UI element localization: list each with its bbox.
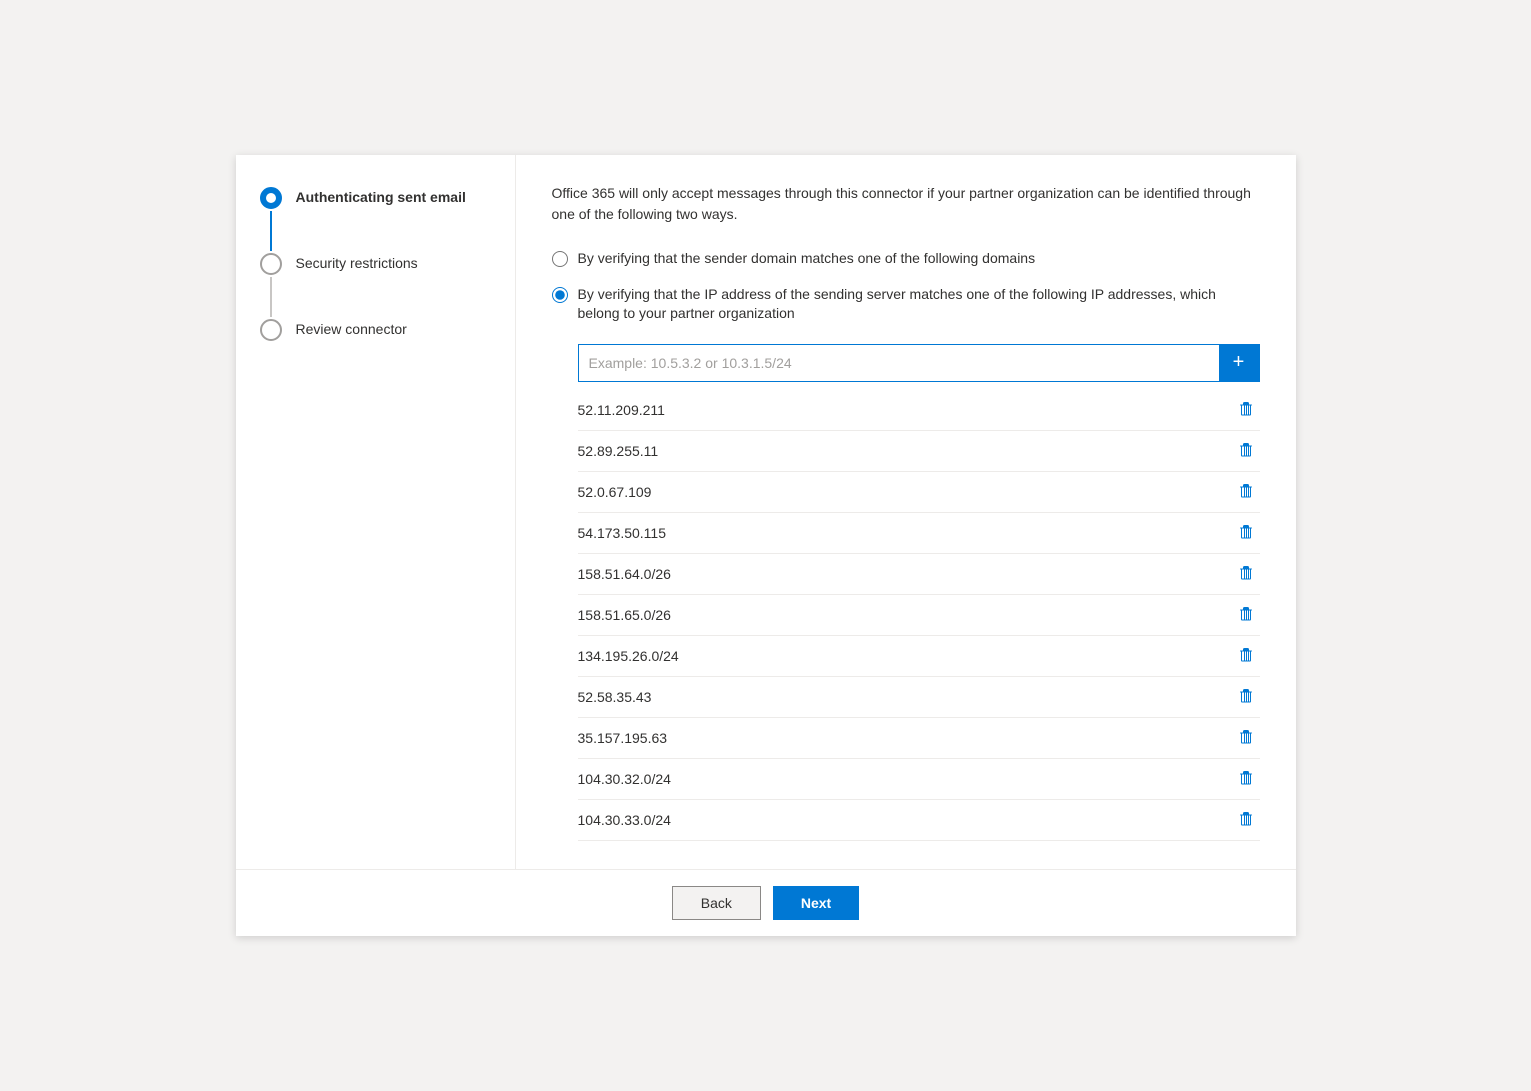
step-circle-col-1 — [260, 187, 282, 253]
dialog-footer: Back Next — [236, 869, 1296, 936]
step-circle-1 — [260, 187, 282, 209]
step-review: Review connector — [260, 319, 491, 341]
trash-icon — [1238, 566, 1254, 582]
trash-icon — [1238, 525, 1254, 541]
delete-ip-button[interactable] — [1232, 523, 1260, 543]
ip-input-row: + — [578, 344, 1260, 382]
ip-value: 52.0.67.109 — [578, 484, 652, 500]
delete-ip-button[interactable] — [1232, 564, 1260, 584]
ip-row: 52.11.209.211 — [578, 390, 1260, 431]
trash-icon — [1238, 402, 1254, 418]
trash-icon — [1238, 443, 1254, 459]
trash-icon — [1238, 607, 1254, 623]
ip-value: 134.195.26.0/24 — [578, 648, 679, 664]
ip-value: 158.51.64.0/26 — [578, 566, 671, 582]
step-label-security: Security restrictions — [296, 253, 418, 271]
step-connector-1 — [270, 211, 272, 251]
trash-icon — [1238, 648, 1254, 664]
radio-label-domain: By verifying that the sender domain matc… — [578, 249, 1036, 269]
trash-icon — [1238, 689, 1254, 705]
step-label-authenticating: Authenticating sent email — [296, 187, 466, 205]
stepper: Authenticating sent email Security restr… — [236, 155, 516, 869]
ip-row: 52.58.35.43 — [578, 677, 1260, 718]
trash-icon — [1238, 771, 1254, 787]
delete-ip-button[interactable] — [1232, 810, 1260, 830]
delete-ip-button[interactable] — [1232, 441, 1260, 461]
ip-value: 104.30.32.0/24 — [578, 771, 671, 787]
ip-value: 52.58.35.43 — [578, 689, 652, 705]
step-circle-3 — [260, 319, 282, 341]
step-circle-2 — [260, 253, 282, 275]
ip-row: 158.51.65.0/26 — [578, 595, 1260, 636]
ip-value: 54.173.50.115 — [578, 525, 667, 541]
ip-row: 158.51.64.0/26 — [578, 554, 1260, 595]
dialog-body: Authenticating sent email Security restr… — [236, 155, 1296, 869]
radio-label-ip: By verifying that the IP address of the … — [578, 285, 1260, 324]
radio-option-domain[interactable]: By verifying that the sender domain matc… — [552, 249, 1260, 269]
step-security: Security restrictions — [260, 253, 491, 319]
step-authenticating: Authenticating sent email — [260, 187, 491, 253]
description-text: Office 365 will only accept messages thr… — [552, 183, 1260, 225]
step-circle-col-3 — [260, 319, 282, 341]
ip-value: 104.30.33.0/24 — [578, 812, 671, 828]
trash-icon — [1238, 812, 1254, 828]
dialog: Authenticating sent email Security restr… — [236, 155, 1296, 936]
delete-ip-button[interactable] — [1232, 687, 1260, 707]
step-circle-col-2 — [260, 253, 282, 319]
ip-row: 52.89.255.11 — [578, 431, 1260, 472]
ip-row: 35.157.195.63 — [578, 718, 1260, 759]
radio-domain[interactable] — [552, 251, 568, 267]
delete-ip-button[interactable] — [1232, 728, 1260, 748]
ip-row: 134.195.26.0/24 — [578, 636, 1260, 677]
radio-group: By verifying that the sender domain matc… — [552, 249, 1260, 324]
ip-address-input[interactable] — [579, 349, 1219, 377]
add-ip-button[interactable]: + — [1219, 345, 1259, 381]
next-button[interactable]: Next — [773, 886, 859, 920]
ip-value: 52.11.209.211 — [578, 402, 665, 418]
ip-row: 104.30.33.0/24 — [578, 800, 1260, 841]
delete-ip-button[interactable] — [1232, 646, 1260, 666]
ip-value: 35.157.195.63 — [578, 730, 668, 746]
step-circle-inner-1 — [266, 193, 276, 203]
ip-row: 52.0.67.109 — [578, 472, 1260, 513]
delete-ip-button[interactable] — [1232, 400, 1260, 420]
ip-row: 54.173.50.115 — [578, 513, 1260, 554]
step-label-review: Review connector — [296, 319, 407, 337]
delete-ip-button[interactable] — [1232, 482, 1260, 502]
delete-ip-button[interactable] — [1232, 769, 1260, 789]
trash-icon — [1238, 484, 1254, 500]
back-button[interactable]: Back — [672, 886, 761, 920]
ip-value: 52.89.255.11 — [578, 443, 659, 459]
trash-icon — [1238, 730, 1254, 746]
ip-row: 104.30.32.0/24 — [578, 759, 1260, 800]
ip-list: 52.11.209.211 52.89.255.11 52.0.67.109 5… — [578, 390, 1260, 841]
delete-ip-button[interactable] — [1232, 605, 1260, 625]
radio-option-ip[interactable]: By verifying that the IP address of the … — [552, 285, 1260, 324]
main-content: Office 365 will only accept messages thr… — [516, 155, 1296, 869]
ip-value: 158.51.65.0/26 — [578, 607, 671, 623]
step-connector-2 — [270, 277, 272, 317]
radio-ip[interactable] — [552, 287, 568, 303]
